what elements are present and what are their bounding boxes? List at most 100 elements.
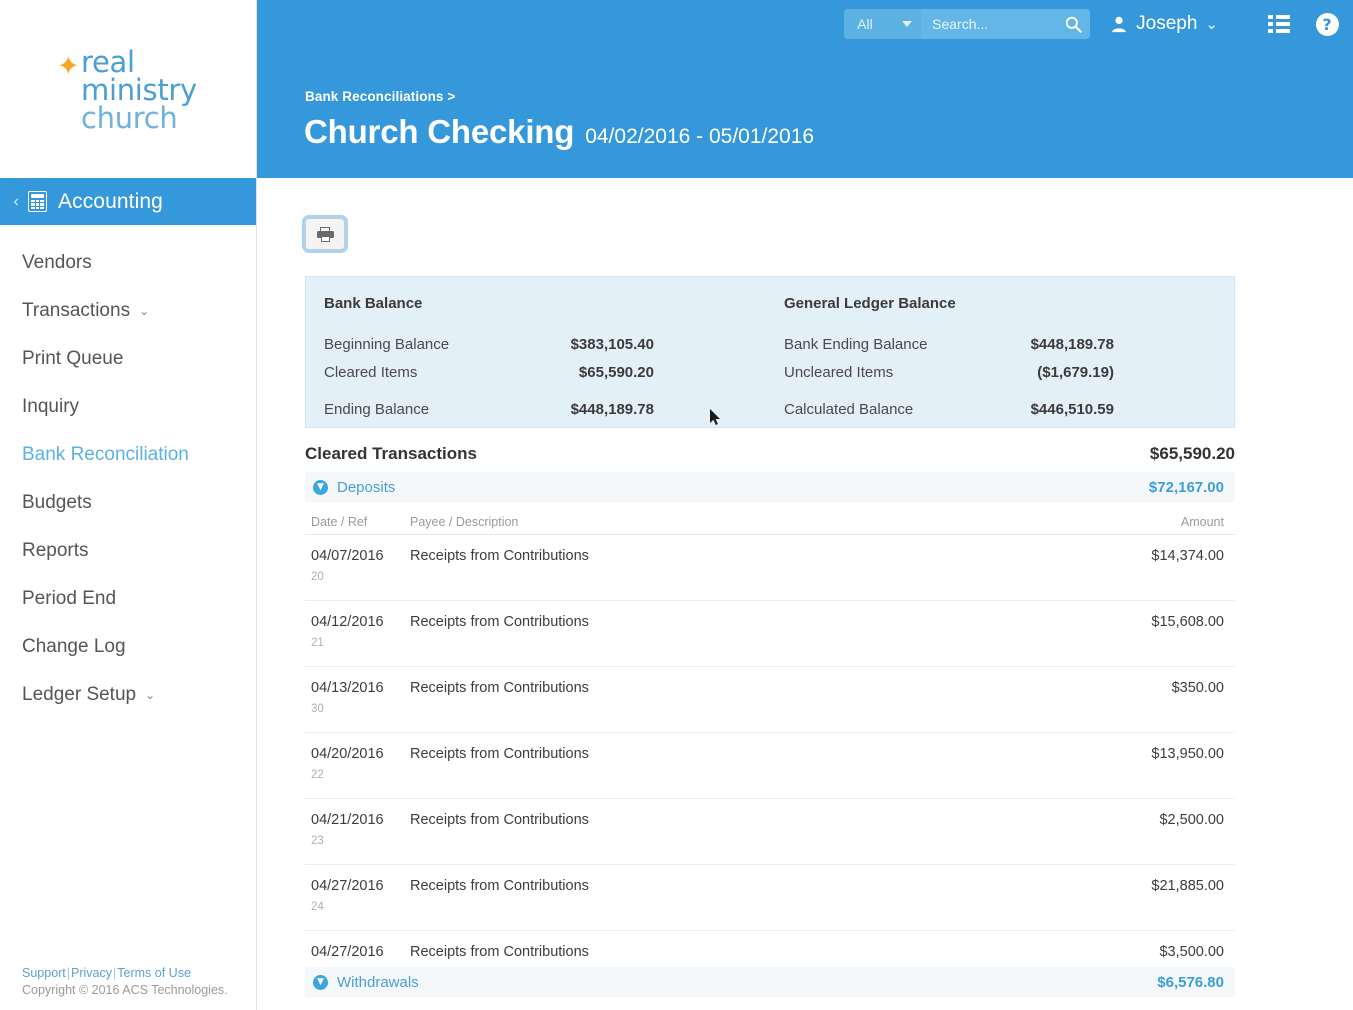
sidebar-item-reports[interactable]: Reports (0, 527, 256, 575)
sidebar-item-label: Period End (22, 588, 117, 609)
table-row[interactable]: 04/07/2016 20 Receipts from Contribution… (305, 535, 1235, 601)
group-row-withdrawals[interactable]: ▼ Withdrawals $6,576.80 (305, 967, 1235, 997)
general-ledger-balance-column: General Ledger Balance Bank Ending Balan… (784, 295, 1204, 423)
transaction-payee: Receipts from Contributions (410, 746, 589, 762)
print-button[interactable] (305, 218, 345, 250)
sidebar-section-accounting[interactable]: ‹ Accounting (0, 178, 256, 225)
transaction-amount: $3,500.00 (1159, 944, 1224, 960)
transaction-amount: $15,608.00 (1151, 614, 1224, 630)
help-icon: ? (1315, 12, 1339, 36)
transaction-date-cell: 04/12/2016 21 (305, 613, 410, 653)
sidebar-item-transactions[interactable]: Transactions ⌄ (0, 287, 256, 335)
privacy-link[interactable]: Privacy (71, 966, 112, 980)
cleared-transactions-total: $65,590.20 (1149, 444, 1235, 463)
transaction-amount: $21,885.00 (1151, 878, 1224, 894)
sidebar-item-label: Print Queue (22, 348, 124, 369)
page-header: All Joseph ⌄ (257, 0, 1353, 178)
balance-value: $446,510.59 (1030, 400, 1114, 418)
balance-value: $65,590.20 (578, 363, 654, 381)
sidebar-item-period-end[interactable]: Period End (0, 575, 256, 623)
breadcrumb[interactable]: Bank Reconciliations > (305, 89, 455, 104)
help-button[interactable]: ? (1314, 11, 1340, 37)
table-row[interactable]: 04/13/2016 30 Receipts from Contribution… (305, 667, 1235, 733)
sidebar-item-change-log[interactable]: Change Log (0, 623, 256, 671)
user-icon (1112, 16, 1126, 33)
transaction-ref: 30 (311, 703, 324, 715)
application-window: ✦ real ministry church ‹ Accounting Vend… (0, 0, 1353, 1010)
transaction-payee: Receipts from Contributions (410, 812, 589, 828)
sidebar-item-inquiry[interactable]: Inquiry (0, 383, 256, 431)
list-view-icon (1268, 15, 1290, 33)
search-scope-dropdown[interactable]: All (844, 9, 921, 39)
column-header-payee: Payee / Description (410, 514, 519, 529)
transaction-payee: Receipts from Contributions (410, 680, 589, 696)
copyright-text: Copyright © 2016 ACS Technologies. (22, 983, 228, 997)
top-navigation: All Joseph ⌄ (844, 9, 1340, 39)
transaction-payee: Receipts from Contributions (410, 548, 589, 564)
sidebar-item-print-queue[interactable]: Print Queue (0, 335, 256, 383)
sidebar-item-label: Transactions (22, 300, 131, 321)
sidebar-section-label: Accounting (58, 189, 163, 213)
sidebar-item-label: Budgets (22, 492, 92, 513)
list-view-button[interactable] (1266, 11, 1292, 37)
cleared-transactions-header: Cleared Transactions $65,590.20 (305, 444, 1235, 464)
chevron-down-circle-icon[interactable]: ▼ (313, 479, 328, 495)
chevron-down-circle-icon[interactable]: ▼ (313, 974, 328, 990)
balance-label: Cleared Items (324, 363, 418, 381)
transaction-column-headers: Date / Ref Payee / Description Amount (305, 509, 1235, 535)
column-header-date: Date / Ref (311, 514, 368, 529)
transaction-date-cell: 04/27/2016 24 (305, 877, 410, 917)
table-row[interactable]: 04/12/2016 21 Receipts from Contribution… (305, 601, 1235, 667)
chevron-down-icon: ⌄ (1205, 15, 1218, 33)
balance-value: $448,189.78 (570, 400, 654, 418)
bank-balance-column: Bank Balance Beginning Balance $383,105.… (324, 295, 744, 423)
sidebar-item-label: Bank Reconciliation (22, 444, 189, 465)
balance-row: Beginning Balance $383,105.40 (324, 330, 654, 358)
balance-total-row: Ending Balance $448,189.78 (324, 395, 654, 423)
user-menu[interactable]: Joseph ⌄ (1110, 13, 1218, 35)
search-scope-label: All (857, 16, 873, 32)
sidebar-item-bank-reconciliation[interactable]: Bank Reconciliation (0, 431, 256, 479)
balance-label: Uncleared Items (784, 363, 894, 381)
group-name: Deposits (337, 478, 396, 496)
table-row[interactable]: 04/27/2016 24 Receipts from Contribution… (305, 865, 1235, 931)
transaction-list: 04/07/2016 20 Receipts from Contribution… (305, 535, 1235, 997)
page-date-range: 04/02/2016 - 05/01/2016 (585, 125, 815, 148)
group-row-deposits[interactable]: ▼ Deposits $72,167.00 (305, 472, 1235, 502)
printer-icon (316, 226, 334, 242)
transaction-ref: 22 (311, 769, 324, 781)
chevron-down-icon: ⌄ (145, 688, 156, 702)
transaction-payee: Receipts from Contributions (410, 878, 589, 894)
sidebar-item-budgets[interactable]: Budgets (0, 479, 256, 527)
user-name-label: Joseph (1136, 13, 1198, 34)
support-link[interactable]: Support (22, 966, 66, 980)
column-header-amount: Amount (1180, 514, 1224, 529)
transaction-date: 04/07/2016 (311, 548, 384, 564)
table-row[interactable]: 04/20/2016 22 Receipts from Contribution… (305, 733, 1235, 799)
transaction-date: 04/27/2016 (311, 944, 384, 960)
footer-links: Support|Privacy|Terms of Use (22, 965, 228, 982)
transaction-date-cell: 04/20/2016 22 (305, 745, 410, 785)
sidebar-item-label: Inquiry (22, 396, 80, 417)
search-icon[interactable] (1065, 16, 1082, 33)
bank-balance-title: Bank Balance (324, 295, 423, 312)
page-title-row: Church Checking 04/02/2016 - 05/01/2016 (304, 113, 814, 151)
transaction-ref: 20 (311, 571, 324, 583)
balance-summary-panel: Bank Balance Beginning Balance $383,105.… (305, 276, 1235, 428)
balance-value: ($1,679.19) (1037, 363, 1114, 381)
cleared-transactions-title: Cleared Transactions (305, 444, 477, 463)
transaction-amount: $13,950.00 (1151, 746, 1224, 762)
sidebar-nav: Vendors Transactions ⌄ Print Queue Inqui… (0, 225, 256, 719)
sidebar-item-vendors[interactable]: Vendors (0, 239, 256, 287)
balance-label: Beginning Balance (324, 335, 450, 353)
transaction-date-cell: 04/21/2016 23 (305, 811, 410, 851)
table-row[interactable]: 04/21/2016 23 Receipts from Contribution… (305, 799, 1235, 865)
sidebar-item-ledger-setup[interactable]: Ledger Setup ⌄ (0, 671, 256, 719)
chevron-left-icon[interactable]: ‹ (6, 192, 26, 212)
search-input[interactable] (932, 16, 1053, 32)
logo-area: ✦ real ministry church (0, 0, 256, 178)
balance-label: Ending Balance (324, 400, 430, 418)
sidebar-item-label: Change Log (22, 636, 126, 657)
page-title: Church Checking (304, 113, 575, 150)
terms-of-use-link[interactable]: Terms of Use (117, 966, 191, 980)
